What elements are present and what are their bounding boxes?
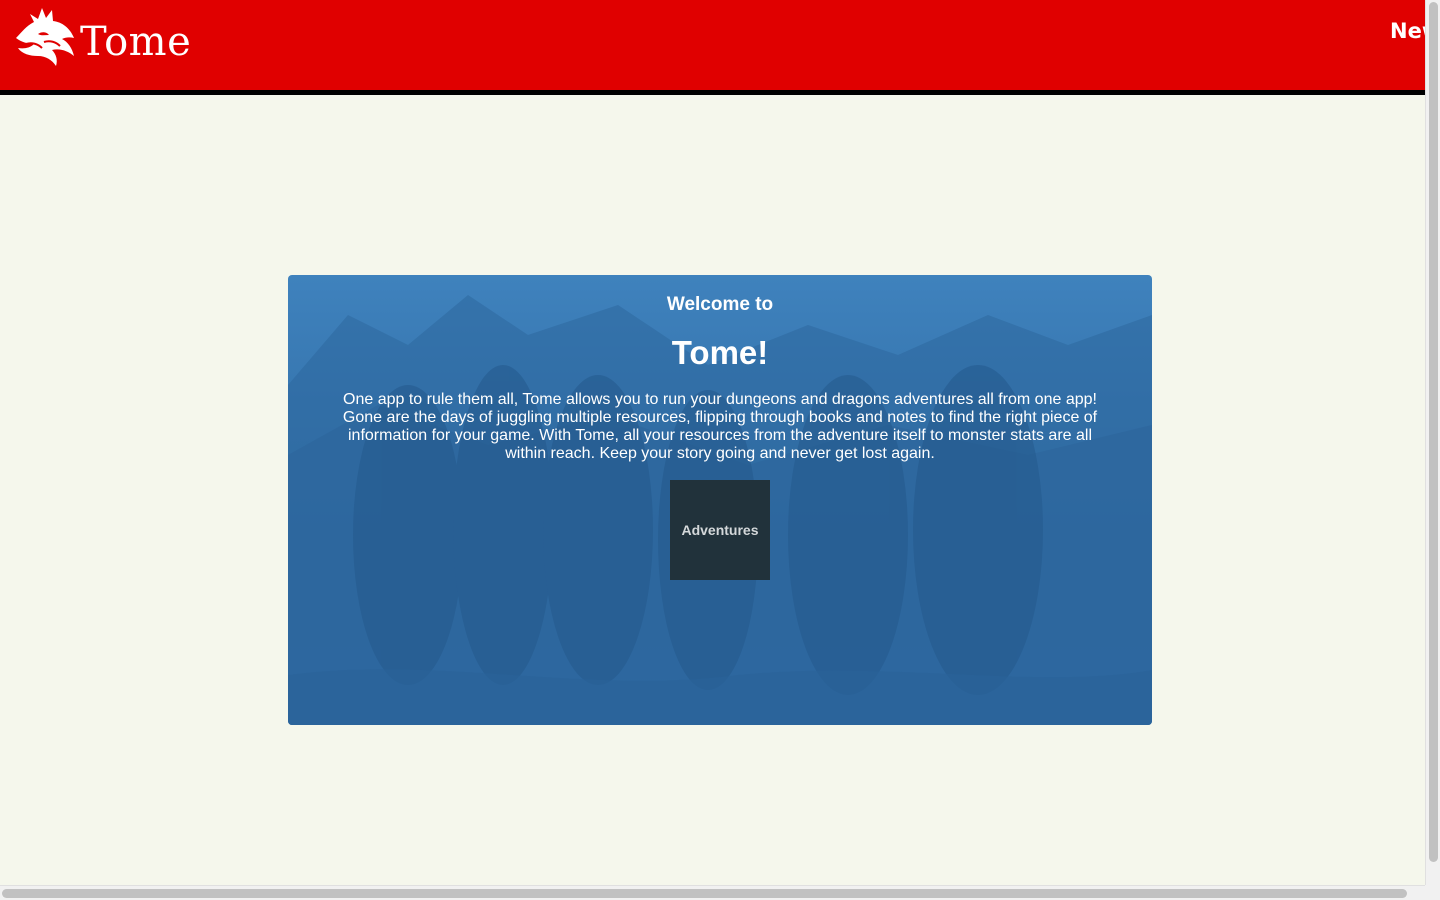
brand-logo-link[interactable]: Tome (12, 4, 191, 73)
welcome-heading: Welcome to (666, 294, 774, 315)
horizontal-scrollbar[interactable] (0, 885, 1425, 900)
hero-content: Welcome to Tome! One app to rule them al… (288, 275, 1152, 580)
horizontal-scrollbar-thumb[interactable] (2, 889, 1407, 898)
welcome-hero-card: Welcome to Tome! One app to rule them al… (288, 275, 1152, 725)
dragon-logo-icon (12, 4, 80, 73)
nav-new-link[interactable]: New (1390, 19, 1425, 43)
vertical-scrollbar[interactable] (1425, 0, 1440, 885)
app-title-heading: Tome! (671, 334, 769, 371)
vertical-scrollbar-thumb[interactable] (1429, 2, 1438, 862)
scrollbar-corner (1425, 885, 1440, 900)
adventures-button[interactable]: Adventures (670, 480, 770, 580)
top-navbar: Tome New (0, 0, 1425, 95)
brand-name: Tome (80, 18, 192, 65)
app-description: One app to rule them all, Tome allows yo… (342, 391, 1098, 462)
